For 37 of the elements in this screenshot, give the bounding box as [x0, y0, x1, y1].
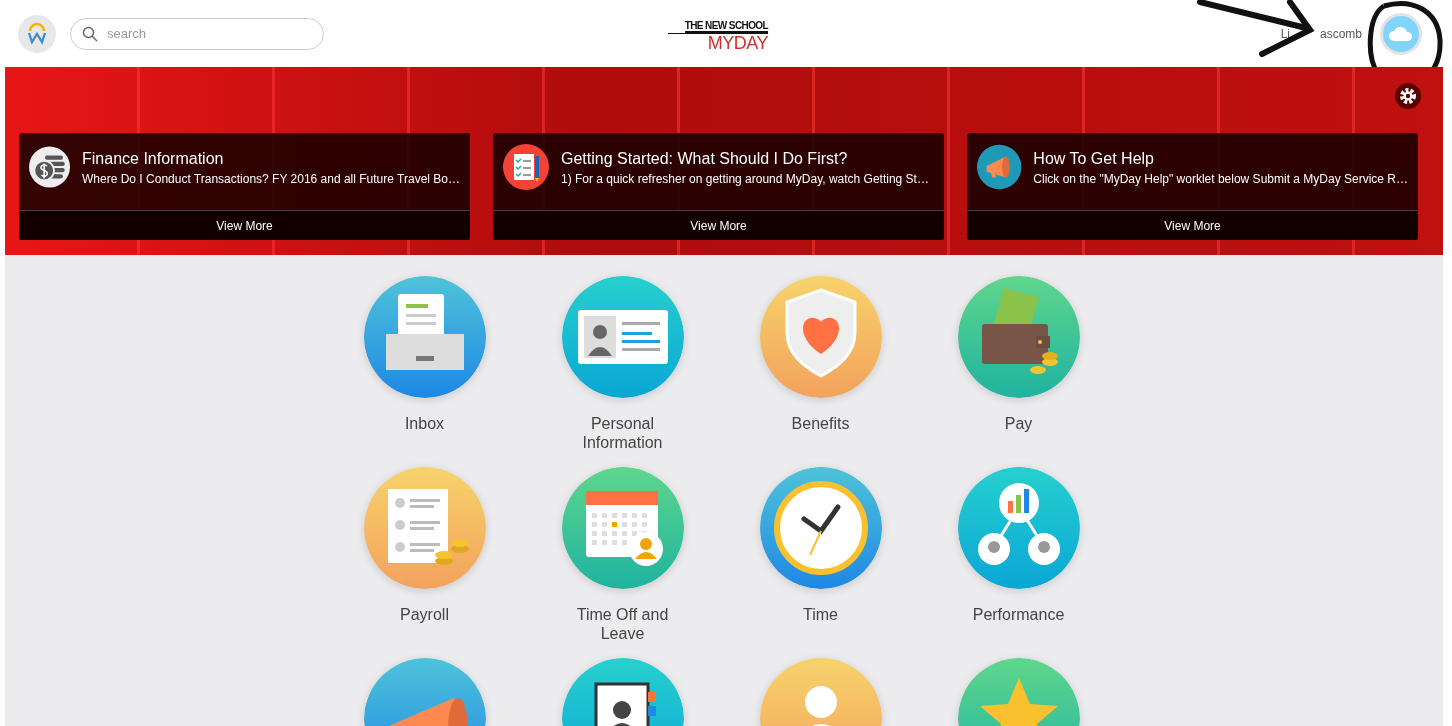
app-label[interactable]: Payroll	[368, 605, 481, 624]
search-icon	[82, 25, 98, 42]
card-title: Finance Information	[82, 150, 225, 168]
logo-title: MYDAY	[667, 33, 768, 52]
megaphone-icon	[977, 144, 1022, 190]
card-summary: Click on the "MyDay Help" worklet below Submit a MyDay Service R…	[1033, 172, 1408, 186]
payroll-document-icon[interactable]	[363, 467, 486, 589]
checklist-icon	[503, 144, 549, 190]
calendar-person-icon[interactable]	[561, 467, 684, 589]
team-chart-icon[interactable]	[957, 467, 1080, 589]
user-name-fragment: Li	[1280, 26, 1290, 41]
wallet-cash-icon[interactable]	[957, 276, 1080, 398]
app-label[interactable]: Benefits	[764, 414, 877, 433]
view-more-button[interactable]: View More	[493, 210, 944, 240]
card-title: How To Get Help	[1033, 150, 1155, 168]
card-title: Getting Started: What Should I Do First?	[561, 150, 849, 168]
id-card-icon[interactable]	[561, 276, 684, 398]
card-summary: 1) For a quick refresher on getting around MyDay, watch Getting St…	[561, 172, 929, 186]
heart-shield-icon[interactable]	[759, 276, 882, 398]
workday-logo-icon[interactable]	[18, 14, 56, 53]
view-more-button[interactable]: View More	[19, 210, 470, 240]
app-label[interactable]: Personal Information	[566, 414, 679, 452]
search-field[interactable]: search	[70, 17, 324, 50]
settings-icon[interactable]	[1395, 83, 1421, 109]
cloud-avatar-icon[interactable]	[1380, 12, 1422, 55]
view-more-button[interactable]: View More	[967, 210, 1418, 240]
inbox-tray-icon[interactable]	[363, 276, 486, 398]
clock-icon[interactable]	[759, 467, 882, 589]
app-label[interactable]: Time Off and Leave	[566, 605, 679, 643]
logo-text: THE NEW SCHOOL	[684, 20, 768, 33]
app-label[interactable]: Performance	[962, 605, 1075, 624]
app-label[interactable]: Time	[764, 605, 877, 624]
coins-icon	[29, 144, 70, 190]
user-name-fragment: ascomb	[1319, 26, 1362, 41]
app-label[interactable]: Pay	[962, 414, 1075, 433]
card-summary: Where Do I Conduct Transactions? FY 2016 and all Future Travel Bo…	[82, 172, 460, 186]
app-label[interactable]: Inbox	[368, 414, 481, 433]
